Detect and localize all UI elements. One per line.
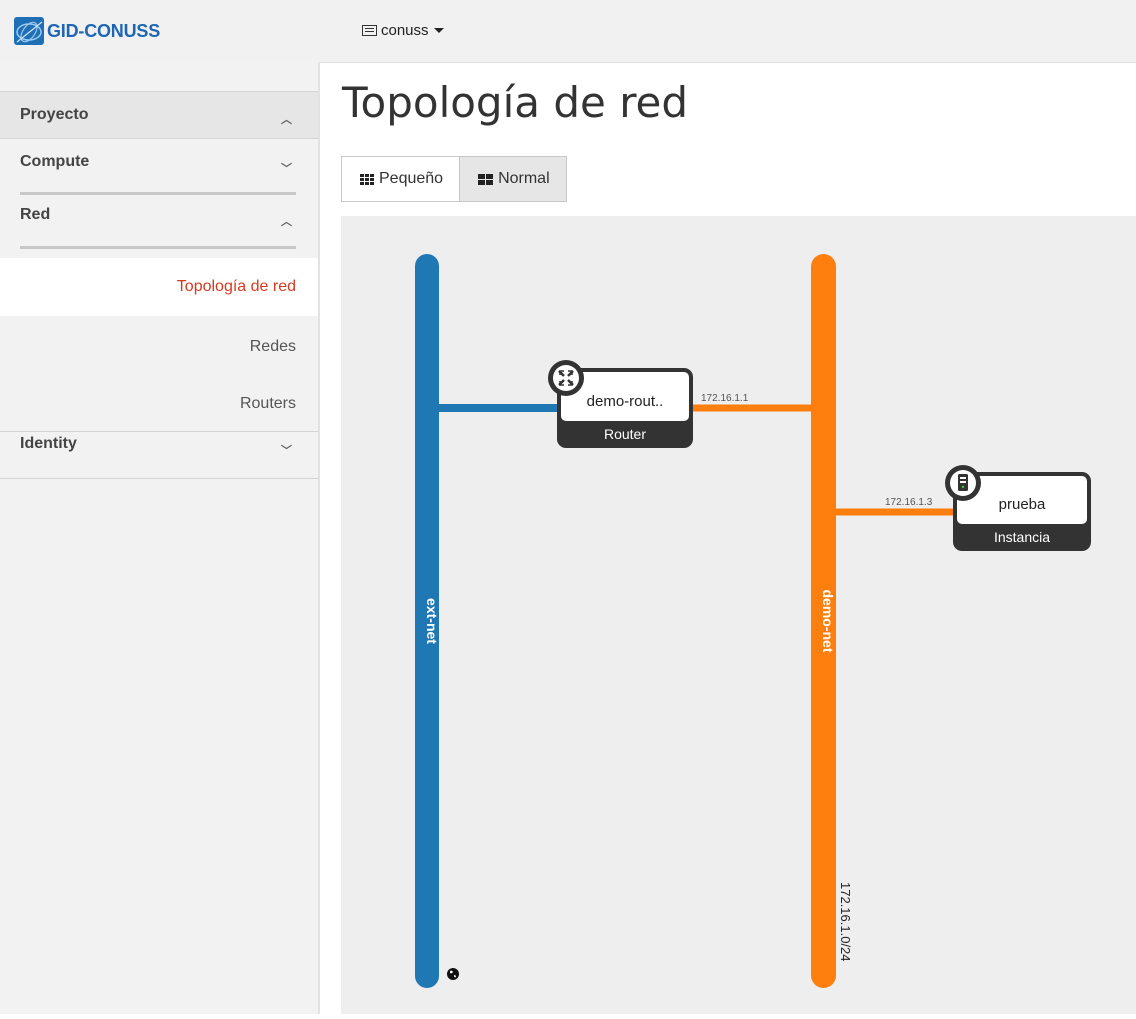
sidebar-section-red[interactable]: Red ︿: [0, 203, 318, 249]
divider: [20, 246, 296, 249]
chevron-down-icon: ﹀: [281, 445, 292, 457]
section-label: Proyecto: [20, 106, 89, 123]
sidebar-item-topologia[interactable]: Topología de red: [0, 258, 318, 316]
sidebar-section-proyecto[interactable]: Proyecto ︿: [0, 92, 318, 138]
router-name: demo-rout..: [587, 393, 664, 410]
view-size-toggle: Pequeño Normal: [341, 156, 567, 202]
section-label: Compute: [20, 153, 90, 170]
caret-down-icon: [433, 28, 444, 33]
instance-port-ip: 172.16.1.3: [885, 497, 933, 508]
server-icon: [945, 465, 981, 501]
chevron-up-icon: ︿: [281, 216, 292, 228]
divider: [0, 478, 318, 479]
sidebar-item-routers[interactable]: Routers: [0, 389, 318, 419]
th-large-icon: [478, 173, 494, 185]
project-selector[interactable]: conuss: [362, 22, 444, 39]
page-title: Topología de red: [342, 78, 689, 127]
sidebar-section-identity[interactable]: Identity ﹀: [0, 432, 318, 478]
network-name: demo-net: [820, 590, 836, 653]
topology-canvas: ext-net demo-net 172.16.1.0/24 demo-rout…: [341, 216, 1136, 1014]
small-view-label: Pequeño: [379, 170, 444, 187]
globe-icon: [447, 968, 459, 980]
brand-logo[interactable]: GID-CONUSS: [14, 17, 160, 45]
chevron-up-icon: ︿: [281, 114, 292, 126]
sidebar-item-redes[interactable]: Redes: [0, 332, 318, 362]
network-demo-net[interactable]: demo-net: [811, 254, 836, 988]
logo-icon: [14, 17, 44, 45]
router-icon: [548, 360, 584, 396]
subnet-cidr: 172.16.1.0/24: [838, 882, 853, 962]
sidebar-section-compute[interactable]: Compute ﹀: [0, 150, 318, 196]
chevron-down-icon: ﹀: [281, 163, 292, 175]
brand-name: GID-CONUSS: [47, 20, 161, 41]
instance-name: prueba: [999, 496, 1046, 513]
network-name: ext-net: [424, 598, 440, 644]
th-icon: [360, 173, 374, 185]
network-ext-net[interactable]: ext-net: [415, 254, 440, 988]
small-view-button[interactable]: Pequeño: [341, 156, 461, 202]
divider: [0, 138, 318, 139]
normal-view-label: Normal: [498, 170, 550, 187]
sidebar: Proyecto ︿ Compute ﹀ Red ︿ Topología de …: [0, 62, 320, 1014]
divider: [20, 192, 296, 195]
router-type: Router: [604, 426, 646, 442]
server-list-icon: [362, 25, 377, 36]
router-port-ip: 172.16.1.1: [701, 393, 749, 404]
section-label: Identity: [20, 435, 77, 452]
normal-view-button[interactable]: Normal: [460, 156, 567, 202]
instance-type: Instancia: [994, 529, 1050, 545]
project-name: conuss: [381, 22, 429, 39]
top-navbar: GID-CONUSS conuss: [0, 0, 1136, 63]
section-label: Red: [20, 206, 51, 223]
